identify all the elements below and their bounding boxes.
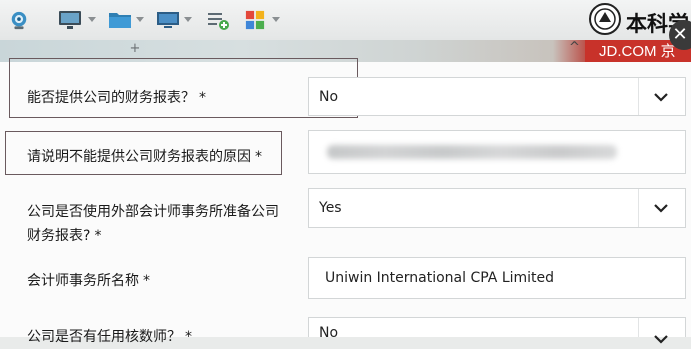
monitor-dropdown-icon[interactable] <box>88 17 96 22</box>
required-marker: * <box>143 273 150 289</box>
chevron-down-icon[interactable] <box>638 189 685 227</box>
folder-icon[interactable] <box>108 10 132 30</box>
apps-grid-icon[interactable] <box>244 10 266 30</box>
new-tab-button[interactable]: + <box>128 42 142 56</box>
select-value: No <box>319 88 339 105</box>
emblem-icon <box>589 3 621 35</box>
required-marker: * <box>199 90 206 106</box>
auditor-select[interactable]: No <box>308 317 686 344</box>
reason-input[interactable] <box>308 130 686 174</box>
question-label-line2: 财务报表? <box>27 228 91 244</box>
financial-statements-select[interactable]: No <box>308 77 686 116</box>
question-financial-statements: 能否提供公司的财务报表？ * <box>27 86 206 110</box>
question-reason: 请说明不能提供公司财务报表的原因 * <box>27 145 262 169</box>
question-accounting-firm: 会计师事务所名称 * <box>27 269 150 293</box>
required-marker: * <box>94 228 102 244</box>
question-label-line1: 公司是否使用外部会计师事务所准备公司 <box>27 204 279 220</box>
chevron-down-icon[interactable] <box>638 78 685 115</box>
add-list-icon[interactable] <box>206 10 230 30</box>
toolbar: 本科学 <box>0 0 691 41</box>
display-dropdown-icon[interactable] <box>184 17 192 22</box>
required-marker: * <box>185 329 192 345</box>
display-icon[interactable] <box>156 10 180 30</box>
question-external-accountant-line2: 财务报表? * <box>27 224 101 248</box>
question-label: 能否提供公司的财务报表？ <box>27 90 195 106</box>
question-label: 会计师事务所名称 <box>27 273 139 289</box>
collapse-icon[interactable]: ^ <box>569 40 580 55</box>
required-marker: * <box>255 149 262 165</box>
monitor-icon[interactable] <box>58 10 82 30</box>
accounting-firm-input[interactable]: Uniwin International CPA Limited <box>308 257 686 299</box>
apps-dropdown-icon[interactable] <box>272 17 280 22</box>
webcam-icon[interactable] <box>8 10 30 30</box>
select-value: No <box>319 325 339 341</box>
select-value: Yes <box>319 200 342 216</box>
question-auditor: 公司是否有任用核数师？ * <box>27 325 192 349</box>
external-accountant-select[interactable]: Yes <box>308 188 686 228</box>
folder-dropdown-icon[interactable] <box>136 17 144 22</box>
question-external-accountant: 公司是否使用外部会计师事务所准备公司 <box>27 200 279 224</box>
input-value: Uniwin International CPA Limited <box>325 270 555 286</box>
blurred-text <box>327 145 617 159</box>
question-label: 请说明不能提供公司财务报表的原因 <box>27 149 251 165</box>
close-button[interactable]: ✕ <box>669 20 691 50</box>
question-label: 公司是否有任用核数师？ <box>27 329 181 345</box>
chevron-down-icon[interactable] <box>638 318 685 344</box>
